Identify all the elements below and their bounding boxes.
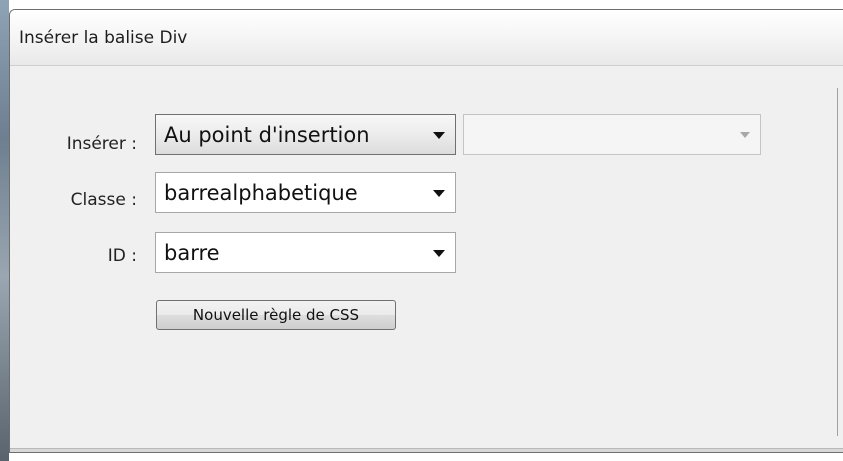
chevron-down-icon [433, 249, 445, 257]
class-select[interactable]: barrealphabetique [155, 172, 456, 213]
background-window-edge [0, 0, 9, 461]
chevron-down-icon [433, 131, 445, 139]
dialog-bottom-edge [10, 448, 843, 452]
class-label: Classe : [70, 190, 137, 210]
id-label: ID : [107, 246, 137, 266]
chevron-down-icon [433, 189, 445, 197]
class-value: barrealphabetique [164, 180, 358, 205]
insert-position-value: Au point d'insertion [164, 122, 370, 147]
dialog-titlebar[interactable]: Insérer la balise Div [10, 10, 843, 66]
id-value: barre [164, 240, 220, 265]
insert-div-dialog: Insérer la balise Div Insérer : Au point… [9, 9, 843, 453]
insert-label: Insérer : [66, 134, 137, 154]
id-select[interactable]: barre [155, 232, 456, 273]
insert-target-select[interactable] [463, 114, 761, 155]
dialog-title: Insérer la balise Div [19, 28, 188, 48]
chevron-down-icon [740, 131, 750, 138]
new-css-rule-button[interactable]: Nouvelle règle de CSS [156, 300, 396, 330]
insert-position-select[interactable]: Au point d'insertion [155, 114, 456, 155]
content-divider [837, 88, 838, 436]
